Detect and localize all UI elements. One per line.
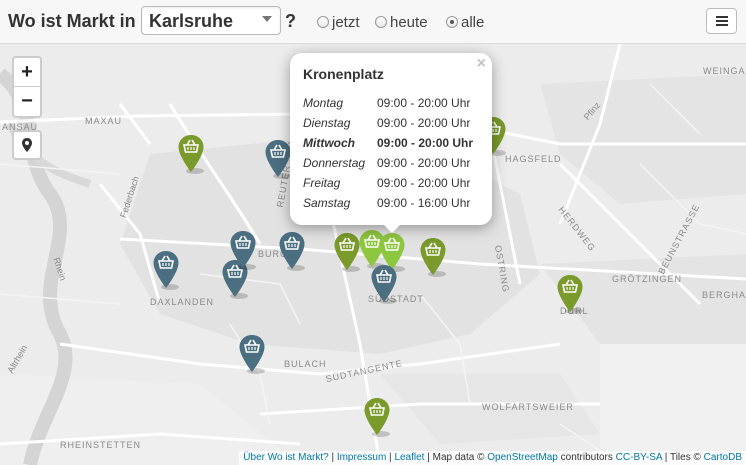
hours-row: Samstag 09:00 - 16:00 Uhr	[303, 193, 473, 213]
map-label: BULACH	[284, 359, 327, 369]
map-label: DAXLANDEN	[150, 297, 215, 307]
day-cell: Montag	[303, 96, 344, 110]
filter-radio-alle[interactable]: alle	[446, 13, 485, 31]
hours-row: Montag 09:00 - 20:00 Uhr	[303, 93, 473, 113]
basket-icon	[364, 398, 390, 437]
filter-radio-jetzt[interactable]: jetzt	[317, 13, 360, 31]
market-marker[interactable]	[419, 237, 447, 277]
map-label: MAXAU	[85, 116, 123, 126]
license-link[interactable]: CC-BY-SA	[616, 452, 662, 463]
basket-icon	[371, 265, 397, 304]
separator: |	[328, 452, 337, 463]
attribution-text: | Map data ©	[424, 452, 488, 463]
basket-icon	[239, 335, 265, 374]
location-pin-icon	[22, 138, 32, 152]
city-select[interactable]: Karlsruhe	[141, 6, 281, 35]
attribution-text: contributors	[557, 452, 616, 463]
cartodb-link[interactable]: CartoDB	[704, 452, 742, 463]
filter-label: jetzt	[332, 13, 360, 31]
radio-icon[interactable]	[375, 16, 387, 28]
filter-label: alle	[461, 13, 485, 31]
basket-icon	[557, 275, 583, 314]
market-popup: × Kronenplatz Montag 09:00 - 20:00 Uhr Di…	[290, 53, 492, 233]
map-label: WEINGART	[703, 66, 746, 76]
time-cell: 09:00 - 20:00 Uhr	[377, 156, 471, 170]
market-marker[interactable]	[278, 231, 306, 271]
hours-row: Freitag 09:00 - 20:00 Uhr	[303, 173, 473, 193]
basket-icon	[279, 232, 305, 271]
market-marker[interactable]	[229, 230, 257, 270]
day-cell: Donnerstag	[303, 156, 366, 170]
attribution-text: | Tiles ©	[662, 452, 704, 463]
opening-hours-table: Montag 09:00 - 20:00 Uhr Dienstag 09:00 - …	[303, 93, 473, 213]
impressum-link[interactable]: Impressum	[337, 452, 386, 463]
menu-button[interactable]	[706, 8, 737, 34]
market-marker[interactable]	[363, 397, 391, 437]
zoom-control: + −	[12, 56, 42, 118]
market-marker[interactable]	[177, 134, 205, 174]
map-label: WOLFARTSWEIER	[482, 402, 574, 412]
basket-icon	[153, 251, 179, 290]
osm-link[interactable]: OpenStreetMap	[487, 452, 558, 463]
basket-icon	[265, 140, 291, 179]
chevron-down-icon	[262, 16, 272, 22]
question-mark: ?	[285, 11, 296, 31]
leaflet-link[interactable]: Leaflet	[394, 452, 424, 463]
map-label: HAGSFELD	[505, 154, 562, 164]
about-link[interactable]: Über Wo ist Markt?	[243, 452, 328, 463]
hamburger-icon	[716, 16, 728, 18]
popup-title: Kronenplatz	[303, 66, 384, 82]
day-cell: Dienstag	[303, 116, 351, 130]
time-cell: 09:00 - 20:00 Uhr	[377, 136, 474, 150]
locate-button[interactable]	[12, 130, 42, 160]
map-view[interactable]: WEINGART MAXAU ANSAU HAGSFELD DAXLANDEN …	[0, 44, 746, 465]
hours-row-today: Mittwoch 09:00 - 20:00 Uhr	[303, 133, 473, 153]
popup-tip	[382, 223, 402, 233]
hamburger-icon-line	[716, 24, 728, 26]
market-marker[interactable]	[370, 264, 398, 304]
day-cell: Mittwoch	[303, 136, 355, 150]
basket-icon	[334, 233, 360, 272]
filter-label: heute	[390, 13, 428, 31]
map-label: RHEINSTETTEN	[60, 440, 142, 450]
market-marker[interactable]	[152, 250, 180, 290]
day-cell: Freitag	[303, 176, 341, 190]
close-icon[interactable]: ×	[477, 55, 486, 73]
market-marker[interactable]	[238, 334, 266, 374]
zoom-out-button[interactable]: −	[14, 87, 40, 116]
radio-icon[interactable]	[317, 16, 329, 28]
zoom-in-button[interactable]: +	[14, 58, 40, 87]
basket-icon	[178, 135, 204, 174]
time-cell: 09:00 - 16:00 Uhr	[377, 196, 471, 210]
header-bar: Wo ist Markt in Karlsruhe ? jetzt heute …	[0, 0, 746, 44]
basket-icon	[230, 231, 256, 270]
hours-row: Donnerstag 09:00 - 20:00 Uhr	[303, 153, 473, 173]
map-label: GRÖTZINGEN	[612, 274, 682, 284]
app: Wo ist Markt in Karlsruhe ? jetzt heute …	[0, 0, 746, 465]
brand-title: Wo ist Markt in	[8, 11, 136, 31]
time-cell: 09:00 - 20:00 Uhr	[377, 176, 471, 190]
hamburger-icon-line	[716, 20, 728, 22]
map-label: BERGHA	[702, 290, 746, 300]
time-cell: 09:00 - 20:00 Uhr	[377, 116, 471, 130]
hours-row: Dienstag 09:00 - 20:00 Uhr	[303, 113, 473, 133]
filter-radio-heute[interactable]: heute	[375, 13, 428, 31]
map-attribution: Über Wo ist Markt? | Impressum | Leaflet…	[239, 451, 746, 465]
radio-icon[interactable]	[446, 16, 458, 28]
market-marker[interactable]	[333, 232, 361, 272]
time-cell: 09:00 - 20:00 Uhr	[377, 96, 471, 110]
city-select-value: Karlsruhe	[149, 11, 234, 31]
day-cell: Samstag	[303, 196, 351, 210]
market-marker[interactable]	[556, 274, 584, 314]
basket-icon	[420, 238, 446, 277]
market-marker[interactable]	[264, 139, 292, 179]
